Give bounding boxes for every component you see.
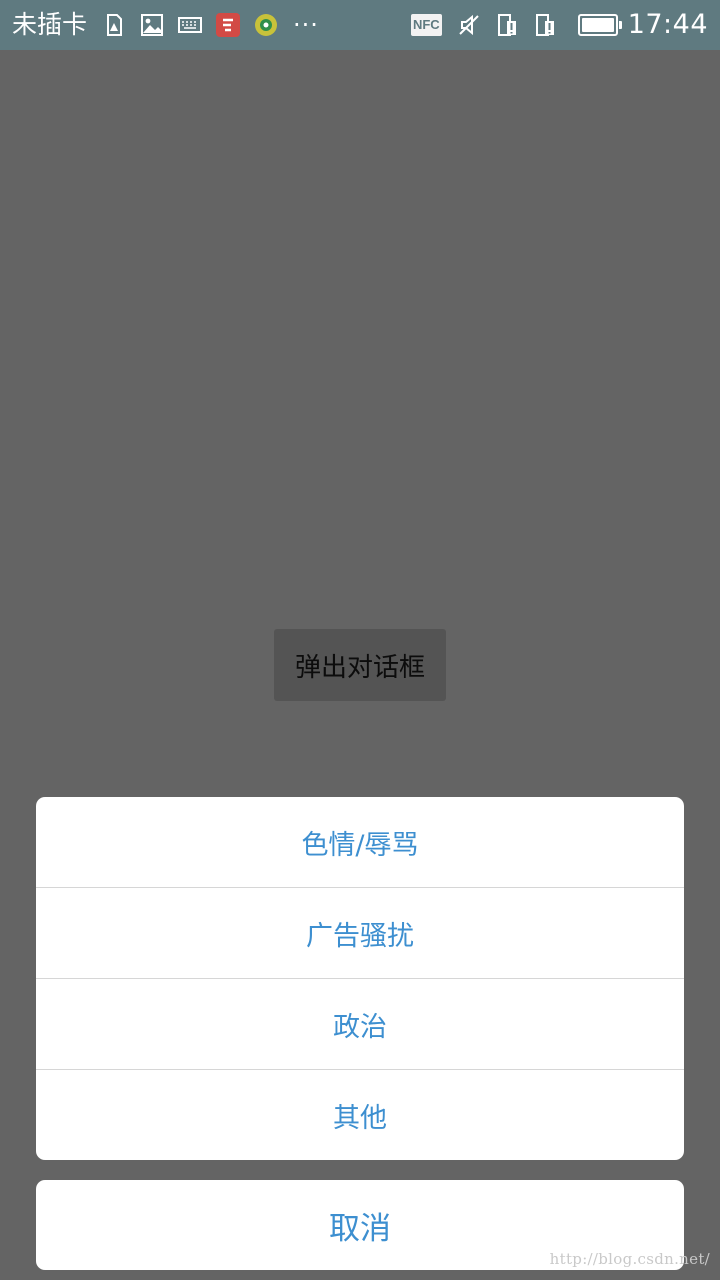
option-politics[interactable]: 政治 — [36, 979, 684, 1070]
battery-icon — [577, 14, 622, 36]
option-other[interactable]: 其他 — [36, 1070, 684, 1160]
carrier-label: 未插卡 — [12, 10, 88, 39]
show-dialog-button[interactable]: 弹出对话框 — [274, 629, 446, 701]
phone-alert-icon — [532, 12, 558, 38]
nfc-icon: NFC — [410, 14, 442, 36]
keyboard-icon — [177, 12, 203, 38]
more-notifications-icon: ··· — [293, 11, 319, 39]
clock: 17:44 — [627, 9, 708, 40]
watermark: http://blog.csdn.net/ — [549, 1250, 710, 1268]
phone-alert-icon — [494, 12, 520, 38]
notification-icons: ··· — [95, 12, 319, 38]
status-bar: 未插卡 ··· NFC 17:44 — [0, 0, 720, 50]
system-icons: NFC 17:44 — [410, 0, 708, 50]
app-notification-icon — [215, 12, 241, 38]
option-porn-abuse[interactable]: 色情/辱骂 — [36, 797, 684, 888]
battery-level — [581, 18, 614, 32]
report-action-sheet: 色情/辱骂 广告骚扰 政治 其他 — [36, 797, 684, 1160]
game-notification-icon — [253, 12, 279, 38]
option-ad-harassment[interactable]: 广告骚扰 — [36, 888, 684, 979]
image-icon — [139, 12, 165, 38]
vibrate-off-icon — [456, 12, 482, 38]
sd-card-warning-icon — [101, 12, 127, 38]
